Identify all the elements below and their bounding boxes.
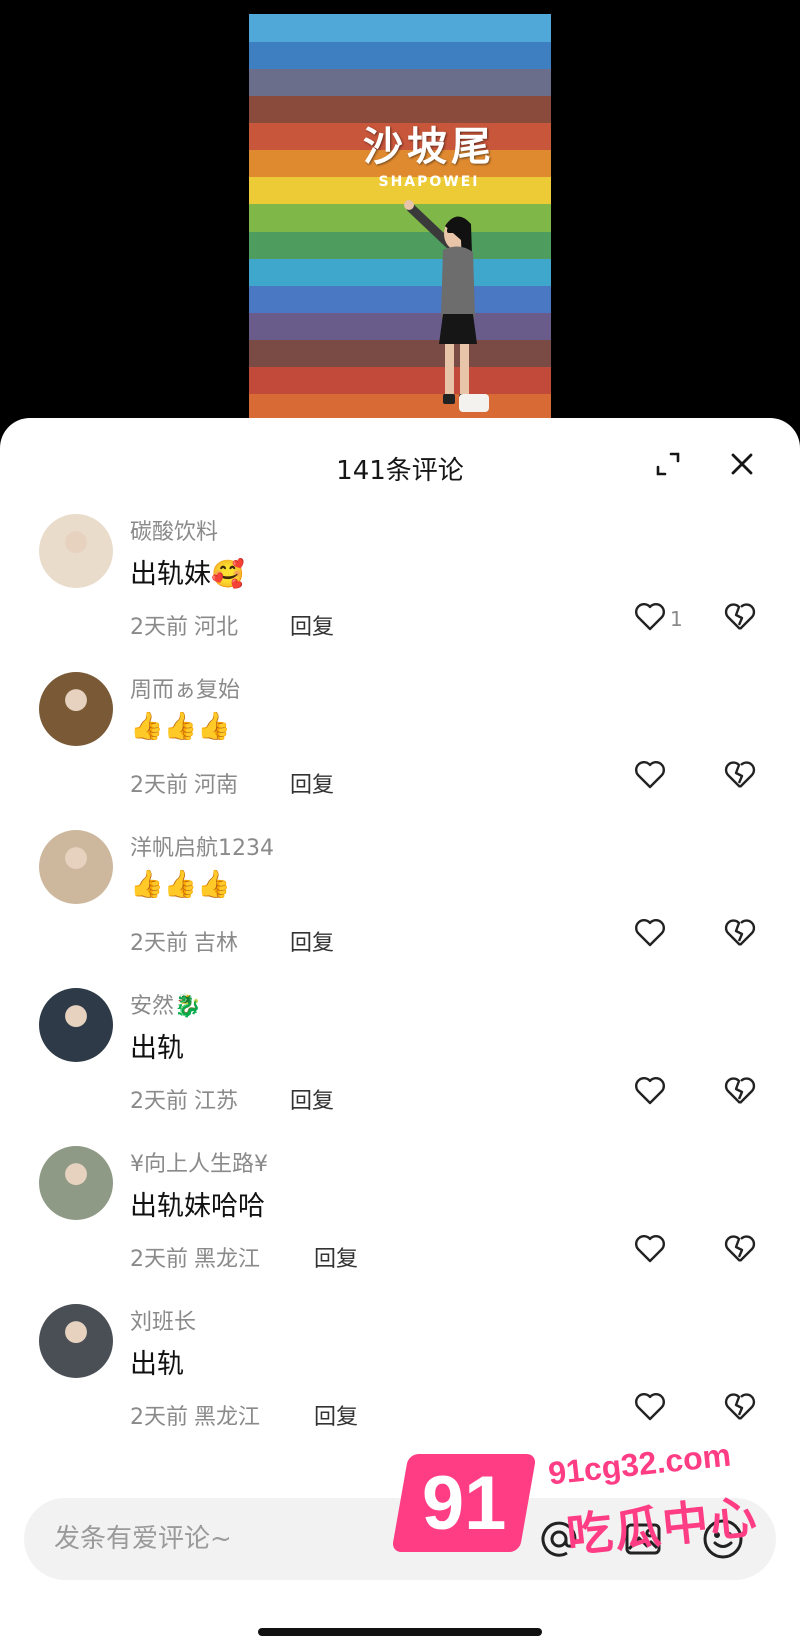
- avatar[interactable]: [39, 988, 113, 1062]
- comment-region: 河南: [194, 773, 239, 798]
- comment-time: 2天前: [130, 931, 188, 956]
- heart-icon: [634, 602, 666, 636]
- comment-text: 👍👍👍: [130, 711, 231, 742]
- comment-item[interactable]: 刘班长出轨 2天前 黑龙江 回复: [0, 1304, 800, 1454]
- sheet-header: 141条评论: [0, 442, 800, 486]
- heart-icon: [634, 1234, 666, 1268]
- like-button[interactable]: [634, 1076, 670, 1110]
- comment-username[interactable]: ¥向上人生路¥: [130, 1146, 268, 1178]
- dislike-button[interactable]: [724, 760, 756, 794]
- wall-stripe: [249, 14, 551, 43]
- video-photo: 沙坡尾 SHAPOWEI: [249, 14, 551, 420]
- heart-icon: [634, 1076, 666, 1110]
- wall-stripe: [249, 41, 551, 70]
- avatar[interactable]: [39, 1146, 113, 1220]
- comment-region: 江苏: [194, 1089, 239, 1114]
- comment-meta: 2天前 吉林: [130, 925, 244, 957]
- like-button[interactable]: [634, 918, 670, 952]
- dislike-button[interactable]: [724, 1076, 756, 1110]
- comment-username[interactable]: 碳酸饮料: [130, 514, 218, 546]
- dislike-button[interactable]: [724, 918, 756, 952]
- reply-button[interactable]: 回复: [290, 609, 334, 641]
- watermark-site: 91cg32.com: [546, 1436, 733, 1492]
- broken-heart-icon: [724, 1393, 756, 1426]
- comment-meta: 2天前 河南: [130, 767, 244, 799]
- broken-heart-icon: [724, 1235, 756, 1268]
- dislike-button[interactable]: [724, 1392, 756, 1426]
- dislike-button[interactable]: [724, 602, 756, 636]
- reply-button[interactable]: 回复: [314, 1399, 358, 1431]
- broken-heart-icon: [724, 919, 756, 952]
- avatar[interactable]: [39, 672, 113, 746]
- heart-icon: [634, 760, 666, 794]
- comment-time: 2天前: [130, 1247, 188, 1272]
- comment-item[interactable]: 洋帆启航1234 👍👍👍 2天前 吉林 回复: [0, 830, 800, 980]
- comment-username[interactable]: 洋帆启航1234: [130, 830, 274, 862]
- comment-meta: 2天前 江苏: [130, 1083, 244, 1115]
- comment-meta: 2天前 黑龙江: [130, 1241, 266, 1273]
- comment-text: 👍👍👍: [130, 869, 231, 900]
- comment-item[interactable]: 周而ぁ复始 👍👍👍 2天前 河南 回复: [0, 672, 800, 822]
- comment-text: 出轨妹哈哈: [130, 1191, 265, 1222]
- comment-time: 2天前: [130, 615, 188, 640]
- reply-button[interactable]: 回复: [290, 1083, 334, 1115]
- comment-region: 吉林: [194, 931, 239, 956]
- comment-region: 黑龙江: [194, 1405, 261, 1430]
- like-button[interactable]: [634, 1234, 670, 1268]
- watermark-number: 91: [421, 1460, 507, 1546]
- reply-button[interactable]: 回复: [314, 1241, 358, 1273]
- comment-region: 黑龙江: [194, 1247, 261, 1272]
- wall-sign: 沙坡尾 SHAPOWEI: [339, 114, 519, 190]
- avatar[interactable]: [39, 514, 113, 588]
- avatar[interactable]: [39, 1304, 113, 1378]
- heart-icon: [634, 918, 666, 952]
- comment-text: 出轨: [130, 1349, 184, 1380]
- home-indicator[interactable]: [258, 1628, 542, 1636]
- like-button[interactable]: [634, 760, 670, 794]
- comment-username[interactable]: 刘班长: [130, 1304, 196, 1336]
- reply-button[interactable]: 回复: [290, 925, 334, 957]
- reply-button[interactable]: 回复: [290, 767, 334, 799]
- wall-sign-english: SHAPOWEI: [378, 174, 480, 190]
- broken-heart-icon: [724, 603, 756, 636]
- dislike-button[interactable]: [724, 1234, 756, 1268]
- woman-figure: [404, 200, 489, 412]
- expand-icon[interactable]: [650, 446, 686, 482]
- wall-sign-chinese: 沙坡尾: [363, 123, 495, 170]
- comment-item[interactable]: 安然🐉 出轨 2天前 江苏 回复: [0, 988, 800, 1138]
- comment-username[interactable]: 周而ぁ复始: [130, 672, 240, 704]
- watermark-name: 吃瓜中心: [564, 1489, 761, 1563]
- broken-heart-icon: [724, 1077, 756, 1110]
- comment-time: 2天前: [130, 1405, 188, 1430]
- heart-icon: [634, 1392, 666, 1426]
- comment-item[interactable]: ¥向上人生路¥ 出轨妹哈哈 2天前 黑龙江 回复: [0, 1146, 800, 1296]
- watermark: 91 91cg32.com 吃瓜中心: [391, 1436, 778, 1576]
- comment-region: 河北: [194, 615, 239, 640]
- comment-username[interactable]: 安然🐉: [130, 988, 201, 1020]
- comment-item[interactable]: 碳酸饮料出轨妹🥰 2天前 河北 回复 1: [0, 514, 800, 664]
- wall-stripe: [249, 68, 551, 97]
- comment-time: 2天前: [130, 773, 188, 798]
- watermark-badge: 91: [391, 1454, 537, 1552]
- like-button[interactable]: [634, 1392, 670, 1426]
- comment-text: 出轨妹🥰: [130, 559, 245, 590]
- comment-text: 出轨: [130, 1033, 184, 1064]
- comment-meta: 2天前 黑龙江: [130, 1399, 266, 1431]
- broken-heart-icon: [724, 761, 756, 794]
- close-icon[interactable]: [724, 446, 760, 482]
- avatar[interactable]: [39, 830, 113, 904]
- comment-meta: 2天前 河北: [130, 609, 244, 641]
- like-button[interactable]: 1: [634, 602, 683, 636]
- video-area[interactable]: 沙坡尾 SHAPOWEI: [0, 0, 800, 420]
- like-count: 1: [670, 607, 683, 631]
- comment-time: 2天前: [130, 1089, 188, 1114]
